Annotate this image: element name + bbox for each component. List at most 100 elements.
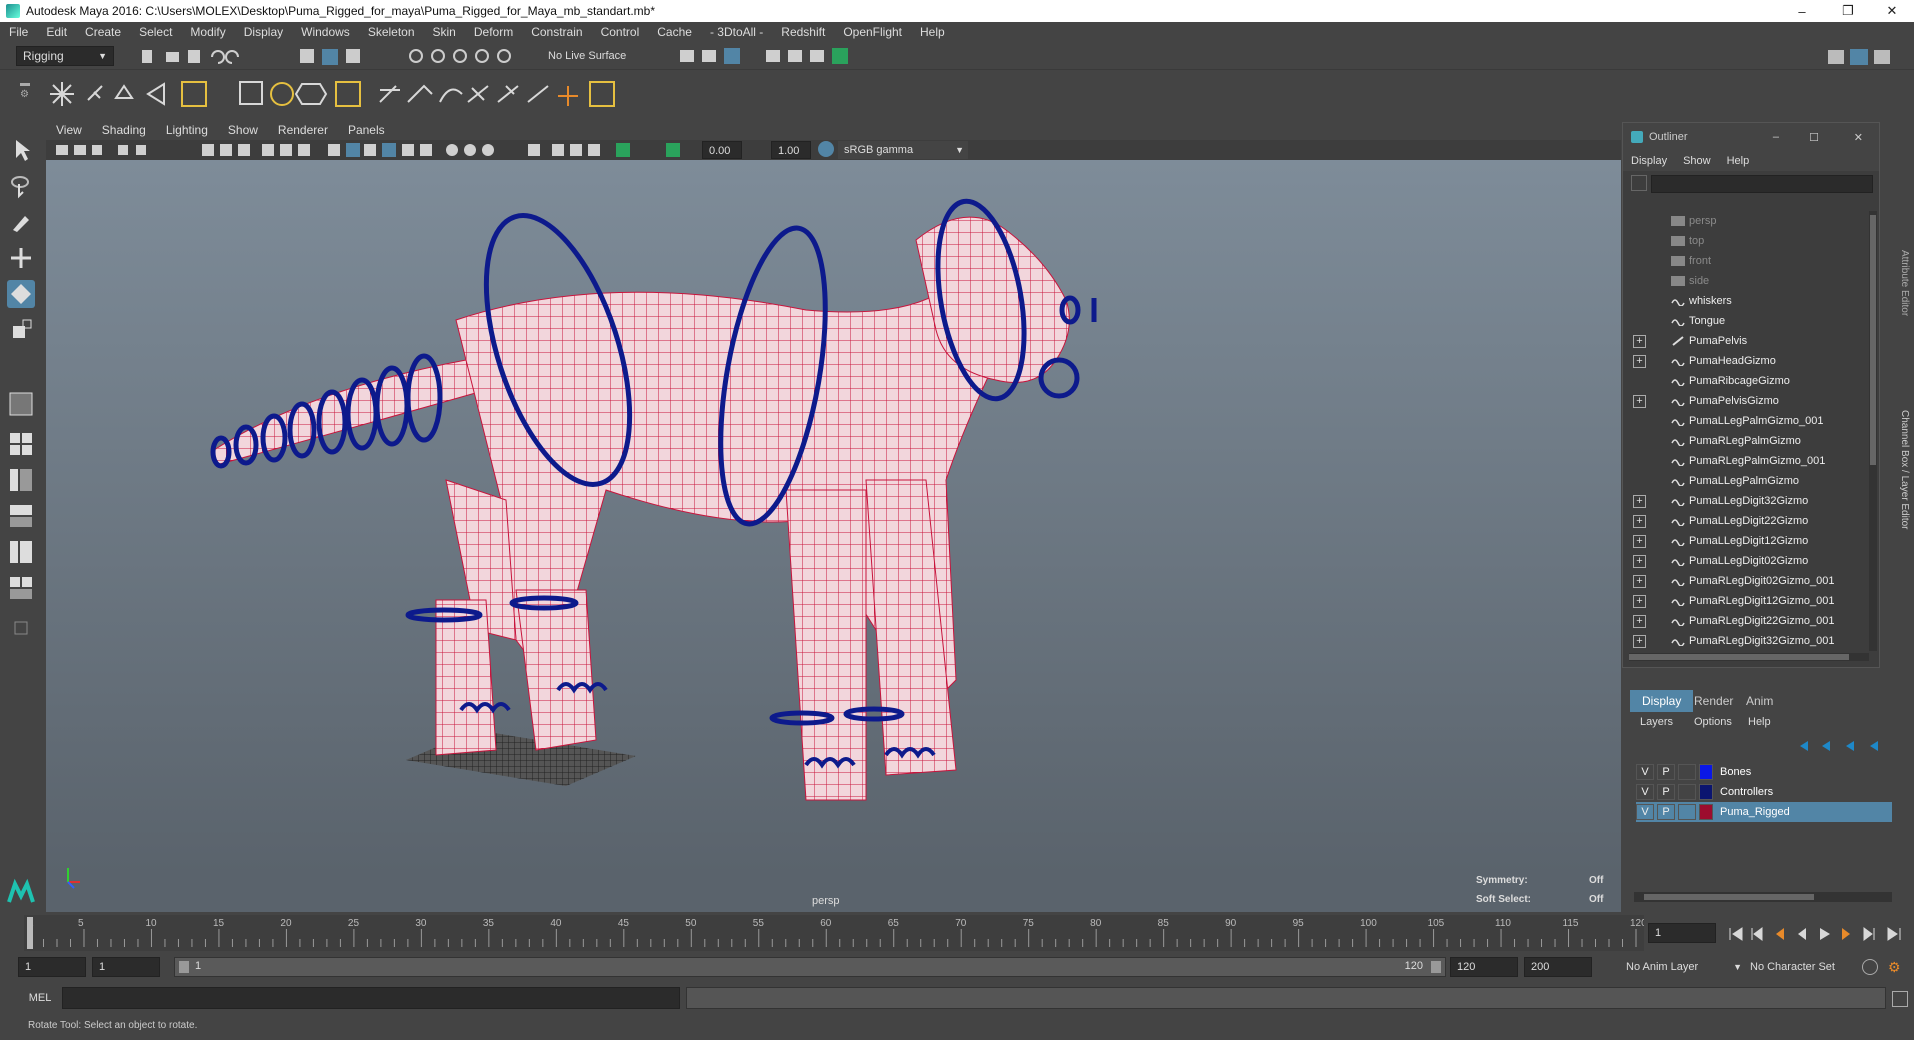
restore-button[interactable]: ❐ — [1826, 0, 1870, 22]
playback-buttons[interactable] — [1726, 924, 1914, 944]
current-time-indicator[interactable] — [27, 917, 33, 949]
layer-color-swatch[interactable] — [1699, 804, 1713, 820]
outliner-menu-show[interactable]: Show — [1675, 155, 1719, 167]
menu-display[interactable]: Display — [235, 25, 292, 39]
outliner-minimize-button[interactable]: – — [1773, 131, 1779, 143]
anim-prefs-icon[interactable] — [1862, 959, 1878, 975]
rotate-tool-icon[interactable] — [7, 280, 35, 308]
outliner-close-button[interactable]: ✕ — [1854, 131, 1863, 144]
script-editor-icon[interactable] — [1892, 991, 1908, 1007]
viewport-menu-view[interactable]: View — [46, 123, 92, 137]
outliner-item[interactable]: PumaLLegPalmGizmo_001 — [1623, 411, 1867, 431]
expand-icon[interactable]: + — [1633, 554, 1646, 568]
move-tool-icon[interactable] — [7, 244, 35, 272]
menu-redshift[interactable]: Redshift — [772, 25, 834, 39]
outliner-item[interactable]: + PumaLLegDigit02Gizmo — [1623, 551, 1867, 571]
minimize-button[interactable]: – — [1780, 0, 1824, 22]
menu-windows[interactable]: Windows — [292, 25, 359, 39]
outliner-item[interactable]: + PumaRLegDigit02Gizmo_001 — [1623, 571, 1867, 591]
command-language-label[interactable]: MEL — [18, 989, 62, 1007]
layer-row[interactable]: V P Bones — [1636, 762, 1892, 782]
outliner-item[interactable]: + PumaLLegDigit12Gizmo — [1623, 531, 1867, 551]
expand-icon[interactable]: + — [1633, 534, 1646, 548]
close-button[interactable]: ✕ — [1870, 0, 1914, 22]
viewport-menu-lighting[interactable]: Lighting — [156, 123, 218, 137]
outliner-item[interactable]: PumaRLegPalmGizmo — [1623, 431, 1867, 451]
persp-graph-layout-icon[interactable] — [7, 502, 35, 530]
workspace-icons[interactable] — [1826, 47, 1912, 67]
menu-deform[interactable]: Deform — [465, 25, 522, 39]
layer-playback-toggle[interactable]: P — [1657, 764, 1675, 780]
playback-end-field[interactable]: 120 — [1450, 957, 1518, 977]
menu-control[interactable]: Control — [592, 25, 649, 39]
outliner-item[interactable]: whiskers — [1623, 291, 1867, 311]
menu-modify[interactable]: Modify — [181, 25, 234, 39]
current-frame-field[interactable]: 1 — [1648, 923, 1716, 943]
outliner-item[interactable]: PumaRLegPalmGizmo_001 — [1623, 451, 1867, 471]
outliner-item[interactable]: persp — [1623, 211, 1867, 231]
outliner-item[interactable]: Tongue — [1623, 311, 1867, 331]
range-end-handle[interactable] — [1431, 961, 1441, 973]
menu-3dtoall[interactable]: - 3DtoAll - — [701, 25, 772, 39]
menu-constrain[interactable]: Constrain — [522, 25, 591, 39]
menu-cache[interactable]: Cache — [648, 25, 701, 39]
time-slider[interactable]: 1510152025303540455055606570758085909510… — [24, 915, 1647, 951]
anim-layer-selector[interactable]: No Anim Layer ▼ — [1626, 957, 1746, 977]
layer-tab-anim[interactable]: Anim — [1734, 690, 1785, 712]
outliner-item[interactable]: + PumaLLegDigit32Gizmo — [1623, 491, 1867, 511]
gamma-field[interactable]: 1.00 — [771, 141, 811, 159]
outliner-layout-icon[interactable] — [7, 574, 35, 602]
expand-icon[interactable]: + — [1633, 494, 1646, 508]
outliner-item[interactable]: side — [1623, 271, 1867, 291]
expand-icon[interactable]: + — [1633, 594, 1646, 608]
colorspace-selector[interactable]: sRGB gamma ▼ — [838, 141, 968, 159]
playback-start-field[interactable]: 1 — [92, 957, 160, 977]
color-management-icon[interactable] — [818, 141, 834, 157]
persp-outliner-layout-icon[interactable] — [7, 466, 35, 494]
layer-row[interactable]: V P Puma_Rigged — [1636, 802, 1892, 822]
character-set-selector[interactable]: No Character Set — [1750, 957, 1870, 977]
expand-icon[interactable]: + — [1633, 634, 1646, 648]
range-slider[interactable]: 1 120 — [174, 957, 1446, 977]
viewport-menu-shading[interactable]: Shading — [92, 123, 156, 137]
auto-key-icon[interactable]: ⚙ — [1888, 959, 1904, 975]
layer-type-toggle[interactable] — [1678, 804, 1696, 820]
expand-icon[interactable]: + — [1633, 614, 1646, 628]
outliner-item[interactable]: + PumaLLegDigit22Gizmo — [1623, 511, 1867, 531]
single-perspective-layout-icon[interactable] — [7, 390, 35, 418]
layer-hscrollbar[interactable] — [1634, 892, 1892, 902]
outliner-filter-icon[interactable] — [1631, 175, 1647, 191]
viewport-menu-show[interactable]: Show — [218, 123, 268, 137]
exposure-field[interactable]: 0.00 — [702, 141, 742, 159]
menu-select[interactable]: Select — [130, 25, 181, 39]
select-tool-icon[interactable] — [7, 136, 35, 164]
viewport-toolbar-icons[interactable] — [52, 142, 692, 158]
outliner-item[interactable]: PumaLLegPalmGizmo — [1623, 471, 1867, 491]
layer-menu-layers[interactable]: Layers — [1640, 716, 1673, 728]
layer-menu-options[interactable]: Options — [1694, 716, 1732, 728]
menu-openflight[interactable]: OpenFlight — [834, 25, 911, 39]
layer-visibility-toggle[interactable]: V — [1636, 784, 1654, 800]
expand-icon[interactable]: + — [1633, 354, 1646, 368]
perspective-viewport[interactable]: Symmetry: Off Soft Select: Off — [46, 160, 1621, 912]
menu-file[interactable]: File — [0, 25, 37, 39]
menu-help[interactable]: Help — [911, 25, 954, 39]
expand-icon[interactable]: + — [1633, 334, 1646, 348]
outliner-search-input[interactable] — [1651, 175, 1873, 193]
outliner-item[interactable]: + PumaPelvis — [1623, 331, 1867, 351]
menu-edit[interactable]: Edit — [37, 25, 76, 39]
layer-visibility-toggle[interactable]: V — [1636, 764, 1654, 780]
layer-action-icons[interactable] — [1794, 738, 1890, 754]
outliner-maximize-button[interactable]: ☐ — [1809, 131, 1819, 144]
outliner-item[interactable]: PumaRibcageGizmo — [1623, 371, 1867, 391]
outliner-menu-display[interactable]: Display — [1623, 155, 1675, 167]
layer-visibility-toggle[interactable]: V — [1636, 804, 1654, 820]
layer-type-toggle[interactable] — [1678, 784, 1696, 800]
layer-color-swatch[interactable] — [1699, 764, 1713, 780]
layer-playback-toggle[interactable]: P — [1657, 804, 1675, 820]
menu-create[interactable]: Create — [76, 25, 130, 39]
expand-icon[interactable]: + — [1633, 574, 1646, 588]
hypershade-layout-icon[interactable] — [7, 538, 35, 566]
layer-color-swatch[interactable] — [1699, 784, 1713, 800]
range-start-handle[interactable] — [179, 961, 189, 973]
